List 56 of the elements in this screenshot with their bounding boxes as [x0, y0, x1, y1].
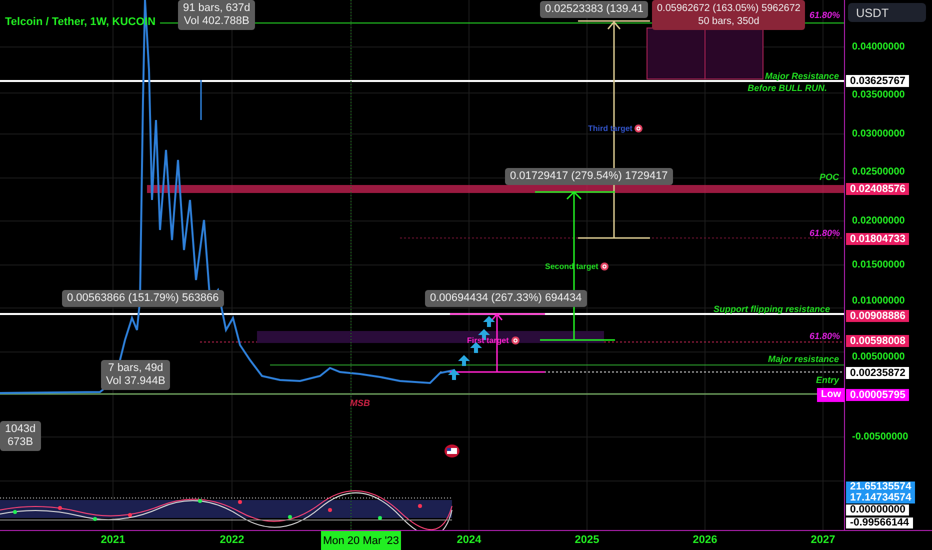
indicator-tag: 21.65135574 — [846, 482, 916, 492]
up-arrow-icon — [470, 342, 482, 353]
measure-label: 0.01729417 (279.54%) 1729417 — [505, 168, 673, 185]
chart-annotation: Support flipping resistance — [713, 304, 830, 314]
price-tag: 0.00235872 — [846, 367, 910, 379]
price-tag: 0.00908886 — [846, 310, 910, 322]
price-tick: 0.00500000 — [852, 352, 905, 362]
indicator-tag: 0.00000000 — [846, 504, 910, 516]
chart-annotation: Major Resistance — [764, 71, 839, 81]
price-tick: 0.04000000 — [852, 42, 905, 52]
indicator-tag: 17.14734574 — [846, 492, 916, 504]
price-tag: 0.01804733 — [846, 233, 910, 245]
time-label: 2024 — [456, 534, 482, 546]
indicator-tag: -0.99566144 — [846, 518, 913, 528]
price-tick: 0.01500000 — [852, 260, 905, 270]
chart-annotation: Before BULL RUN. — [748, 83, 827, 93]
target-label: Second target — [545, 262, 598, 271]
up-arrow-icon — [483, 316, 495, 327]
measure-label: 0.00694434 (267.33%) 694434 — [425, 290, 587, 307]
up-arrow-icon — [458, 355, 470, 366]
price-tick: -0.00500000 — [852, 432, 908, 442]
price-tag: 0.03625767 — [846, 75, 910, 87]
price-tick: 0.03000000 — [852, 128, 905, 140]
price-tick: 0.02500000 — [852, 166, 905, 178]
up-arrow-icon — [448, 369, 460, 380]
measure-label: 0.05962672 (163.05%) 5962672 50 bars, 350d — [652, 0, 806, 30]
price-tag: 0.00005795 — [846, 389, 910, 401]
chart-annotation: 61.80% — [809, 10, 840, 20]
time-label: 2026 — [692, 534, 718, 546]
flag-icon — [444, 444, 460, 458]
price-tag: 0.00598008 — [846, 335, 910, 347]
target-icon — [634, 124, 644, 133]
price-tick: 0.03500000 — [852, 90, 905, 100]
chart-annotation: 61.80% — [809, 228, 840, 238]
time-label: 2022 — [220, 534, 244, 546]
time-label: 2025 — [574, 534, 600, 546]
measure-label: 91 bars, 637d Vol 402.788B — [178, 0, 256, 30]
chart-annotation: Entry — [816, 375, 839, 385]
currency-button[interactable]: USDT — [848, 3, 926, 22]
target-icon — [600, 262, 610, 271]
price-tag: 0.02408576 — [846, 183, 910, 195]
crosshair-date-label: Mon 20 Mar '23 — [321, 531, 401, 550]
measure-label: 0.00563866 (151.79%) 563866 — [62, 290, 224, 307]
low-tag: Low — [817, 388, 845, 402]
time-label: 2027 — [810, 534, 836, 546]
chart-annotation: POC — [819, 172, 839, 182]
target-icon — [510, 336, 520, 345]
measure-label: 1043d 673B — [0, 421, 41, 451]
chart-annotation: Major resistance — [768, 354, 839, 364]
price-tick: 0.01000000 — [852, 296, 905, 306]
price-tick: 0.02000000 — [852, 216, 905, 226]
time-label: 2021 — [100, 534, 126, 546]
chart-annotation: MSB — [350, 398, 370, 408]
chart-annotation: 61.80% — [809, 331, 840, 341]
measure-label: 0.02523383 (139.41 — [540, 1, 648, 18]
measure-label: 7 bars, 49d Vol 37.944B — [101, 360, 170, 390]
